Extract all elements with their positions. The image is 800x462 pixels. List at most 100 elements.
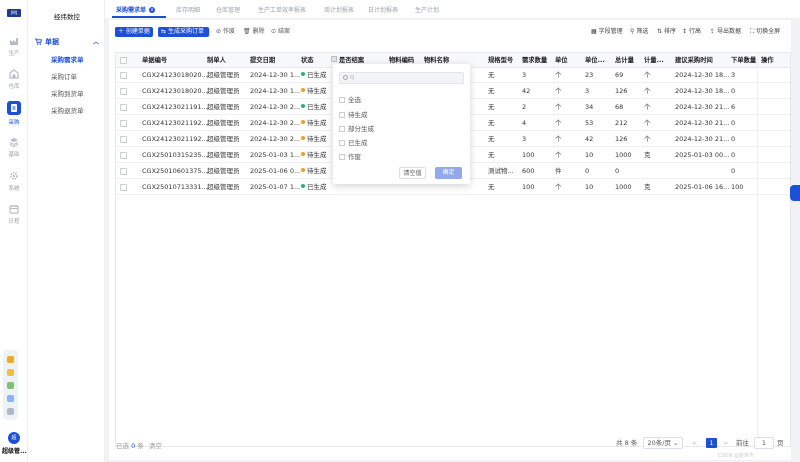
- rail-item-warehouse[interactable]: 仓库: [0, 69, 28, 90]
- menu-item-purchase-requisition[interactable]: 采购需求单: [51, 54, 84, 64]
- tool-yellow-icon[interactable]: [7, 369, 14, 376]
- table-cell: 0: [615, 167, 620, 175]
- app-logo: JWJ: [7, 9, 21, 17]
- tab-weekly-report[interactable]: 周计划报表: [324, 5, 354, 14]
- col-unit[interactable]: 单位: [555, 53, 568, 68]
- rail-item-basic[interactable]: 基础: [0, 137, 28, 158]
- sort-button[interactable]: ⇅ 排序: [657, 27, 676, 37]
- col-unit-measure[interactable]: 单位...: [585, 53, 611, 68]
- field-manage-button[interactable]: ▦ 字段管理: [591, 27, 623, 37]
- filter-option-void[interactable]: 作废: [339, 151, 361, 161]
- row-checkbox[interactable]: [120, 104, 127, 111]
- menu-item-purchase-order[interactable]: 采购订单: [51, 71, 77, 81]
- menu-item-purchase-return[interactable]: 采购退货单: [51, 105, 84, 115]
- filter-option-all[interactable]: 全选: [339, 94, 361, 104]
- col-demand-qty[interactable]: 需求数量: [522, 53, 547, 68]
- tab-purchase-requisition[interactable]: 采购需求单 ×: [116, 5, 156, 14]
- confirm-filter-button[interactable]: 确定: [435, 167, 462, 179]
- col-creator[interactable]: 制单人: [207, 53, 226, 68]
- gear-icon: [10, 172, 18, 180]
- rail-item-production[interactable]: 生产: [0, 36, 28, 57]
- filter-option-generated[interactable]: 已生成: [339, 137, 368, 147]
- menu-group-documents[interactable]: 单据 ︿: [35, 37, 99, 47]
- row-checkbox[interactable]: [120, 184, 127, 191]
- tab-production-plan[interactable]: 生产计划: [415, 5, 439, 14]
- delete-button[interactable]: 🗑 删除: [240, 27, 268, 37]
- col-status[interactable]: 状态: [301, 53, 314, 68]
- row-height-button[interactable]: ↕ 行高: [682, 27, 701, 37]
- void-button[interactable]: ⊘ 作废: [213, 27, 238, 37]
- tab-inventory[interactable]: 库存明细: [176, 5, 200, 14]
- user-name[interactable]: 超级管...: [2, 446, 27, 455]
- tool-grey-icon[interactable]: [7, 408, 14, 415]
- option-checkbox[interactable]: [339, 97, 345, 103]
- rail-label: 日程: [8, 219, 20, 225]
- row-checkbox[interactable]: [120, 72, 127, 79]
- tab-daily-report[interactable]: 日计划报表: [368, 5, 398, 14]
- filter-icon[interactable]: [331, 56, 337, 62]
- col-measure[interactable]: 计量...: [644, 53, 668, 68]
- side-float-button[interactable]: [790, 185, 800, 201]
- menu-item-purchase-receipt[interactable]: 采购到货单: [51, 88, 84, 98]
- table-cell: 个: [644, 119, 651, 127]
- table-cell: 2: [522, 103, 527, 111]
- col-doc-no[interactable]: 单据编号: [142, 53, 167, 68]
- rail-item-schedule[interactable]: 日程: [0, 204, 28, 225]
- table-cell: CGX24123018020...: [142, 87, 208, 95]
- page-size-select[interactable]: 20条/页 ⌄: [643, 437, 683, 449]
- avatar[interactable]: 超: [8, 432, 20, 444]
- generate-po-button[interactable]: ⇆ 生成采购订单: [158, 27, 209, 37]
- prev-page-button[interactable]: <: [692, 437, 697, 449]
- tool-green-icon[interactable]: [7, 382, 14, 389]
- select-all-checkbox[interactable]: [120, 57, 127, 64]
- next-page-button[interactable]: >: [723, 437, 728, 449]
- table-cell: 2025-01-06 16...: [675, 183, 730, 191]
- create-document-button[interactable]: ＋ 创建单据: [115, 27, 153, 37]
- table-cell: 100: [522, 183, 535, 191]
- purchase-icon: [7, 101, 21, 115]
- table-cell: 克: [644, 151, 651, 159]
- table-cell: 克: [644, 183, 651, 191]
- button-label: 字段管理: [598, 28, 623, 35]
- close-case-button[interactable]: ⊙ 结案: [268, 27, 293, 37]
- rail-label: 系统: [8, 186, 20, 192]
- option-checkbox[interactable]: [339, 140, 345, 146]
- option-checkbox[interactable]: [339, 126, 345, 132]
- close-icon[interactable]: ×: [149, 7, 156, 13]
- row-checkbox[interactable]: [120, 120, 127, 127]
- col-spec[interactable]: 规格型号: [488, 53, 513, 68]
- filter-button[interactable]: ⚲ 筛选: [630, 27, 648, 37]
- filter-option-partial[interactable]: 部分生成: [339, 123, 374, 133]
- tab-warehouse[interactable]: 仓库管理: [216, 5, 240, 14]
- clear-filter-button[interactable]: 清空值: [399, 167, 426, 179]
- status-text: 已生成: [307, 183, 327, 191]
- tab-efficiency-report[interactable]: 生产工单效率报表: [258, 5, 306, 14]
- table-cell: 68: [615, 103, 624, 111]
- col-total-measure[interactable]: 总计量: [615, 53, 634, 68]
- filter-option-pending[interactable]: 待生成: [339, 109, 368, 119]
- row-checkbox[interactable]: [120, 88, 127, 95]
- goto-page-input[interactable]: 1: [754, 437, 774, 449]
- row-checkbox[interactable]: [120, 168, 127, 175]
- option-checkbox[interactable]: [339, 112, 345, 118]
- table-cell: 69: [615, 71, 624, 79]
- fullscreen-button[interactable]: ⛶ 切换全屏: [750, 27, 780, 37]
- tool-orange-icon[interactable]: [7, 356, 14, 363]
- filter-search-input[interactable]: Q: [339, 72, 464, 84]
- tool-blue-icon[interactable]: [7, 395, 14, 402]
- col-submit-date[interactable]: 提交日期: [250, 53, 275, 68]
- row-checkbox[interactable]: [120, 152, 127, 159]
- button-label: 删除: [252, 28, 265, 35]
- col-order-qty[interactable]: 下单数量: [731, 53, 756, 68]
- rail-item-system[interactable]: 系统: [0, 171, 28, 192]
- option-checkbox[interactable]: [339, 154, 345, 160]
- row-checkbox[interactable]: [120, 136, 127, 143]
- table-cell: CGX25010713331...: [142, 183, 208, 191]
- export-button[interactable]: ⇪ 导出数据: [710, 27, 741, 37]
- col-suggested-time[interactable]: 建议采购时间: [675, 53, 713, 68]
- rail-item-purchase[interactable]: 采购: [0, 101, 28, 126]
- clear-selection-link[interactable]: 清空: [149, 442, 162, 450]
- table-cell: 个: [555, 119, 562, 127]
- current-page-button[interactable]: 1: [706, 438, 717, 448]
- table-cell: 2024-12-30 21...: [675, 135, 730, 143]
